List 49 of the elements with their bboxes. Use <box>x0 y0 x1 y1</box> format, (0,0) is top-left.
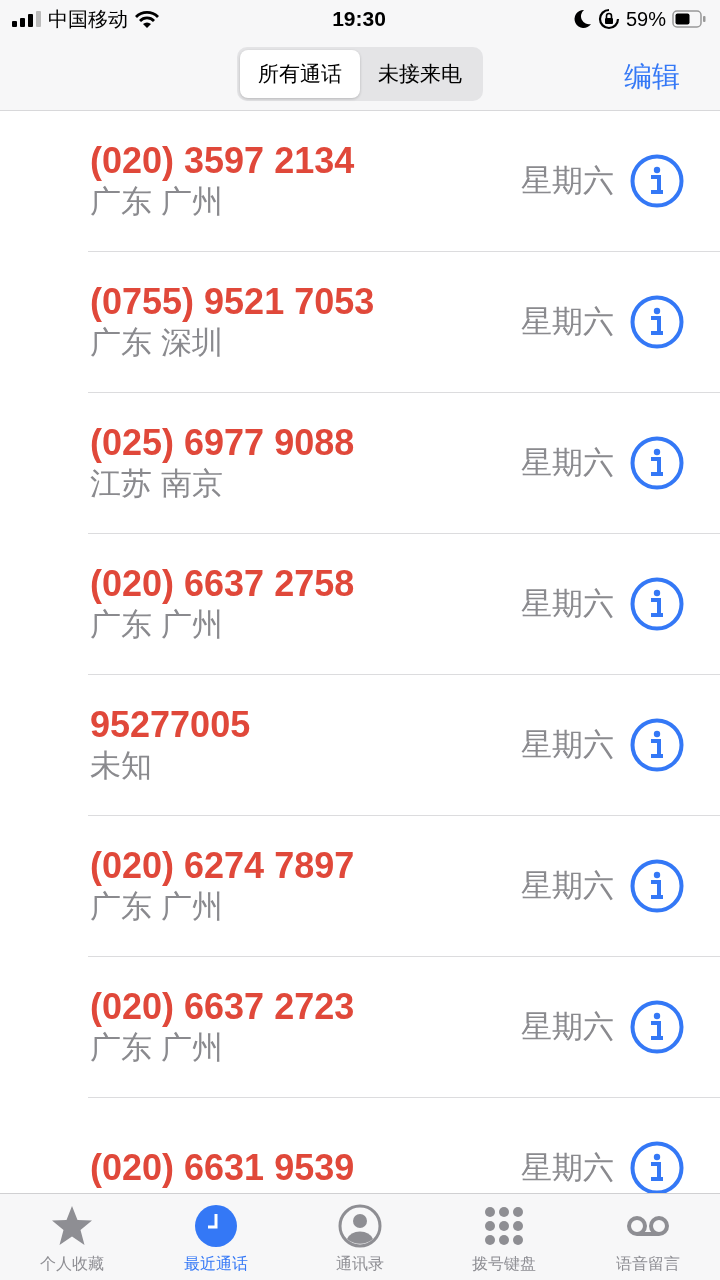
tab-bar-item[interactable]: 个人收藏 <box>0 1194 144 1280</box>
info-icon[interactable] <box>630 1000 684 1054</box>
call-date: 星期六 <box>521 1149 614 1187</box>
phone-number: (025) 6977 9088 <box>90 422 356 464</box>
call-location: 广东 广州 <box>90 888 224 926</box>
info-icon[interactable] <box>630 577 684 631</box>
call-date: 星期六 <box>521 726 614 764</box>
tab-bar-item[interactable]: 通讯录 <box>288 1194 432 1280</box>
phone-number: (020) 6637 2758 <box>90 563 356 605</box>
info-icon[interactable] <box>630 859 684 913</box>
phone-number: (020) 6274 7897 <box>90 845 356 887</box>
call-location: 广东 深圳 <box>90 324 224 362</box>
edit-button[interactable]: 编辑 <box>620 54 684 100</box>
call-date: 星期六 <box>521 585 614 623</box>
call-date: 星期六 <box>521 444 614 482</box>
battery-percent: 59% <box>625 7 666 31</box>
segment-tab[interactable]: 未接来电 <box>360 50 480 98</box>
carrier-name: 中国移动 <box>48 6 128 32</box>
info-icon[interactable] <box>630 718 684 772</box>
call-date: 星期六 <box>521 1008 614 1046</box>
phone-number: (020) 6637 2723 <box>90 986 356 1028</box>
tab-bar-item[interactable]: 最近通话 <box>144 1194 288 1280</box>
call-location: 未知 <box>90 747 153 785</box>
segment-tab[interactable]: 所有通话 <box>240 50 360 98</box>
call-date: 星期六 <box>521 162 614 200</box>
call-location: 广东 广州 <box>90 1029 224 1067</box>
phone-number: (020) 3597 2134 <box>90 140 356 182</box>
clock-icon <box>192 1202 240 1250</box>
info-icon[interactable] <box>630 436 684 490</box>
call-date: 星期六 <box>521 867 614 905</box>
call-location: 广东 广州 <box>90 183 224 221</box>
contact-icon <box>336 1202 384 1250</box>
tab-bar-item[interactable]: 拨号键盘 <box>432 1194 576 1280</box>
call-location: 江苏 南京 <box>90 465 224 503</box>
info-icon[interactable] <box>630 154 684 208</box>
phone-number: (0755) 9521 7053 <box>90 281 376 323</box>
call-location: 广东 广州 <box>90 606 224 644</box>
phone-number: (020) 6631 9539 <box>90 1147 356 1189</box>
call-date: 星期六 <box>521 303 614 341</box>
phone-number: 95277005 <box>90 704 252 746</box>
battery-icon <box>672 10 706 28</box>
status-time: 19:30 <box>332 7 386 30</box>
signal-icon <box>12 11 42 27</box>
moon-icon <box>573 9 592 29</box>
info-icon[interactable] <box>630 1141 684 1193</box>
rotation-lock-icon <box>597 8 620 30</box>
wifi-icon <box>134 9 160 29</box>
tab-bar-item[interactable]: 语音留言 <box>576 1194 720 1280</box>
info-icon[interactable] <box>630 295 684 349</box>
